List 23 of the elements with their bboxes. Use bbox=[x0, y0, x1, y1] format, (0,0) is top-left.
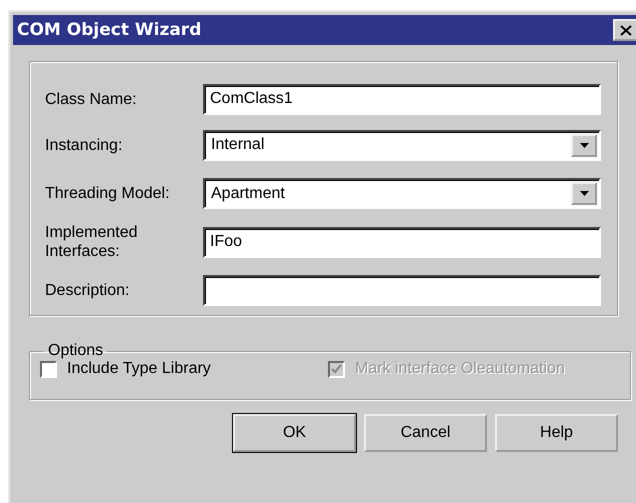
close-icon bbox=[620, 24, 632, 36]
dropdown-button[interactable] bbox=[571, 134, 597, 157]
caret-icon bbox=[580, 191, 588, 196]
field-label: Threading Model: bbox=[45, 184, 171, 204]
dropdown[interactable]: Apartment bbox=[203, 178, 601, 210]
dialog-button[interactable]: Help bbox=[495, 414, 618, 452]
input-field[interactable]: ComClass1 bbox=[203, 84, 601, 115]
input-field[interactable]: IFoo bbox=[203, 226, 601, 258]
checkbox-label: Include Type Library bbox=[67, 360, 211, 378]
group-title: Options bbox=[47, 342, 104, 360]
dialog-button[interactable]: OK bbox=[233, 414, 356, 452]
field-label: Instancing: bbox=[45, 136, 124, 155]
close-button[interactable] bbox=[613, 19, 636, 41]
field-label: Implemented Interfaces: bbox=[45, 223, 138, 262]
window-title: COM Object Wizard bbox=[17, 20, 202, 40]
caret-icon bbox=[580, 142, 588, 148]
field-label: Class Name: bbox=[45, 90, 138, 109]
dropdown[interactable]: Internal bbox=[203, 130, 601, 161]
input-field[interactable] bbox=[203, 275, 601, 306]
dropdown-button[interactable] bbox=[571, 182, 597, 206]
dialog-button[interactable]: Cancel bbox=[364, 414, 487, 452]
checkbox[interactable] bbox=[40, 360, 57, 378]
field-label: Description: bbox=[45, 281, 130, 300]
